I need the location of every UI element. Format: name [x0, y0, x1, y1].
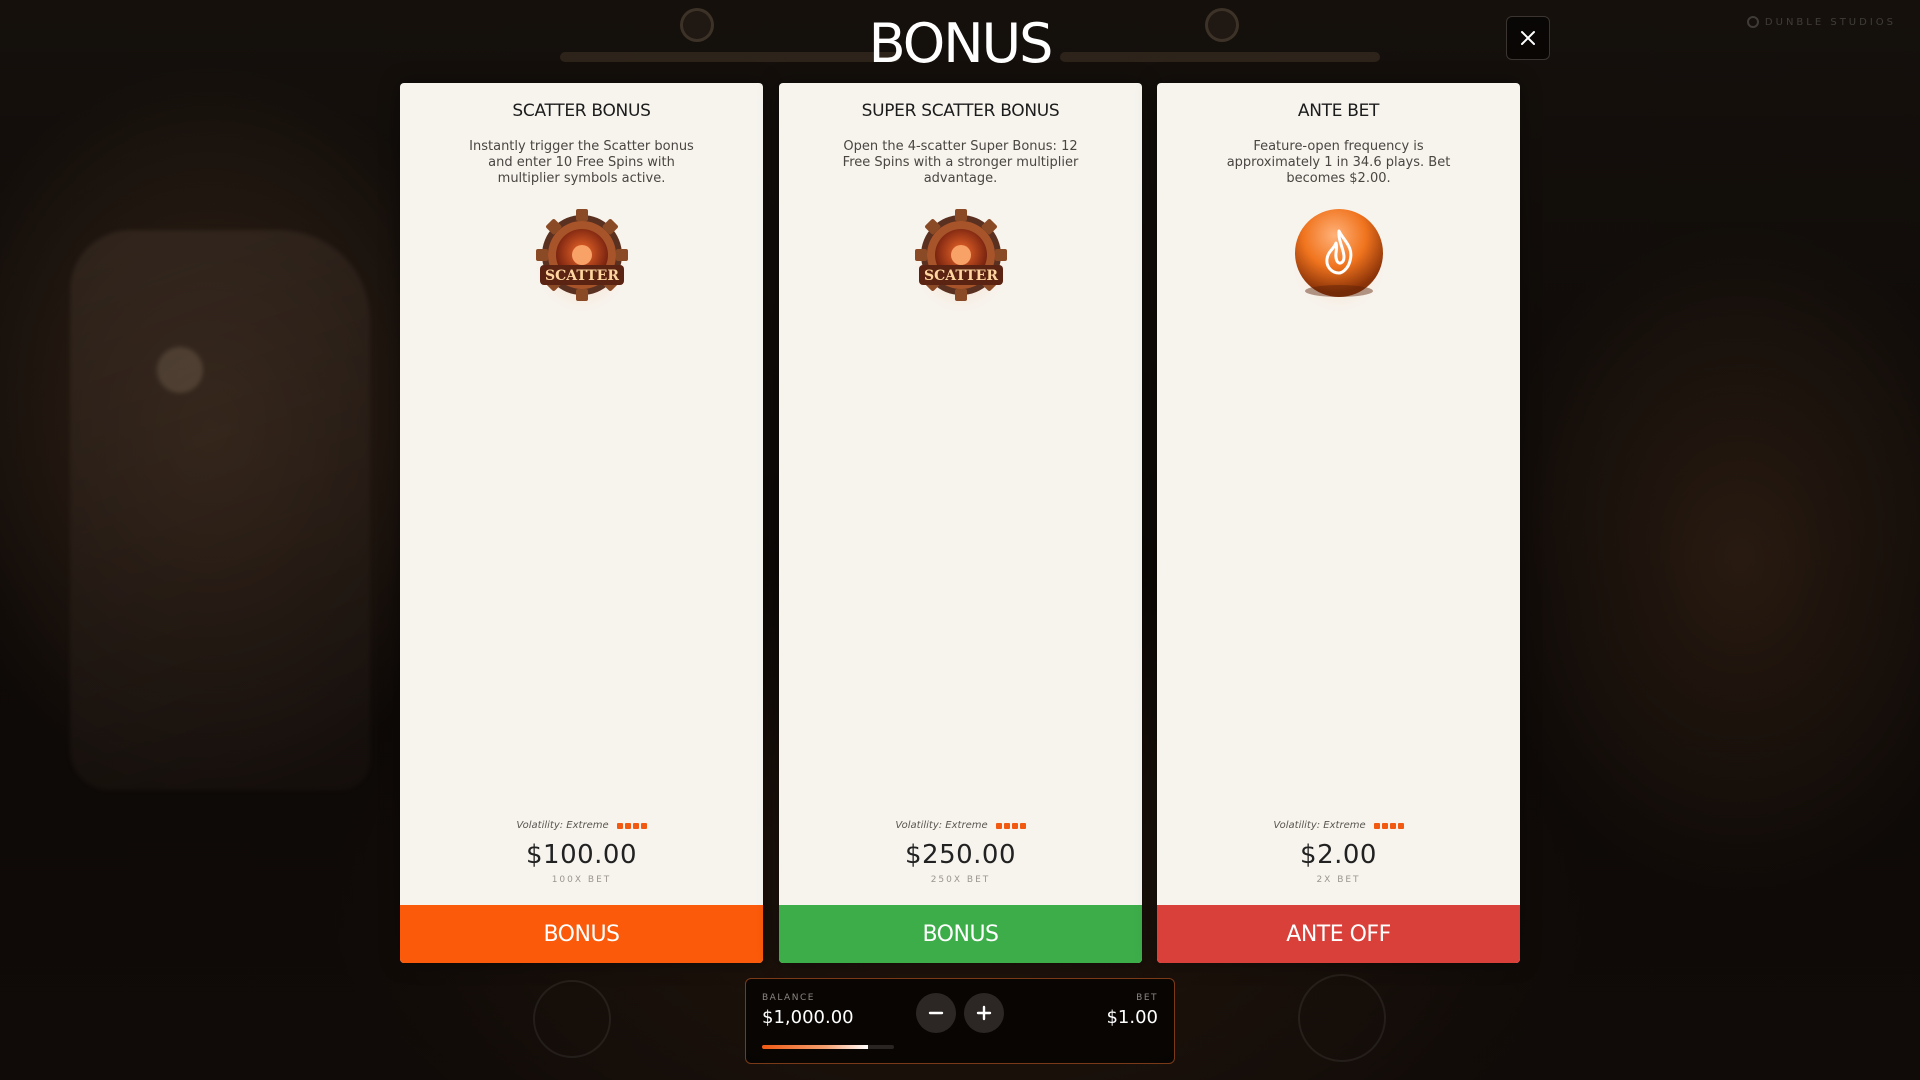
scatter-bonus-card: SCATTER BONUS Instantly trigger the Scat… — [400, 83, 763, 963]
page-title: BONUS — [868, 12, 1054, 75]
super-scatter-bonus-card: SUPER SCATTER BONUS Open the 4-scatter S… — [779, 83, 1142, 963]
card-multiplier: 250X BET — [930, 875, 991, 885]
card-price: $100.00 — [525, 840, 638, 870]
volatility-indicator: Volatility: Extreme — [779, 820, 1142, 831]
volatility-label: Volatility: Extreme — [516, 820, 609, 831]
flame-icon — [1286, 209, 1391, 311]
bet-label: BET — [1136, 993, 1158, 1003]
ante-bet-card: ANTE BET Feature-open frequency is appro… — [1157, 83, 1520, 963]
bet-control-bar: BALANCE $1,000.00 BET $1.00 — [745, 978, 1175, 1064]
card-multiplier: 100X BET — [551, 875, 612, 885]
volatility-label: Volatility: Extreme — [895, 820, 988, 831]
card-title: SUPER SCATTER BONUS — [861, 101, 1060, 121]
decrease-bet-button[interactable] — [916, 993, 956, 1033]
volatility-pips — [1373, 822, 1404, 829]
ante-toggle-button[interactable]: ANTE OFF — [1157, 905, 1520, 963]
studio-name: DUNBLE STUDIOS — [1764, 16, 1896, 28]
volatility-label: Volatility: Extreme — [1273, 820, 1366, 831]
volatility-pips — [616, 822, 647, 829]
volatility-pips — [995, 822, 1026, 829]
studio-logo: DUNBLE STUDIOS — [1746, 16, 1896, 28]
card-price: $2.00 — [1300, 840, 1377, 870]
minus-icon — [928, 1011, 944, 1015]
studio-logo-icon — [1746, 16, 1759, 28]
close-button[interactable] — [1506, 16, 1550, 60]
scatter-gear-icon: SCATTER — [908, 209, 1013, 313]
bet-level-track — [762, 1045, 894, 1049]
card-title: ANTE BET — [1297, 101, 1380, 121]
buy-super-scatter-bonus-button[interactable]: BONUS — [779, 905, 1142, 963]
card-multiplier: 2X BET — [1316, 875, 1361, 885]
volatility-indicator: Volatility: Extreme — [400, 820, 763, 831]
svg-text:SCATTER: SCATTER — [924, 268, 998, 284]
balance-value: $1,000.00 — [762, 1007, 854, 1028]
plus-icon — [976, 1005, 992, 1021]
scatter-gear-icon: SCATTER — [529, 209, 634, 313]
robot-silhouette — [70, 230, 370, 790]
card-description: Open the 4-scatter Super Bonus: 12 Free … — [842, 139, 1079, 186]
card-price: $250.00 — [904, 840, 1017, 870]
bet-level-fill — [762, 1045, 868, 1049]
balance-label: BALANCE — [762, 993, 815, 1003]
buy-scatter-bonus-button[interactable]: BONUS — [400, 905, 763, 963]
card-description: Feature-open frequency is approximately … — [1226, 139, 1451, 186]
bonus-round-ghost — [533, 980, 611, 1058]
card-description: Instantly trigger the Scatter bonus and … — [469, 139, 694, 186]
volatility-indicator: Volatility: Extreme — [1157, 820, 1520, 831]
card-title: SCATTER BONUS — [512, 101, 651, 121]
bet-value: $1.00 — [1106, 1007, 1158, 1028]
increase-bet-button[interactable] — [964, 993, 1004, 1033]
svg-text:SCATTER: SCATTER — [545, 268, 619, 284]
spin-button-ghost — [1298, 974, 1386, 1062]
bonus-cards: SCATTER BONUS Instantly trigger the Scat… — [400, 83, 1520, 963]
close-icon — [1521, 31, 1535, 45]
